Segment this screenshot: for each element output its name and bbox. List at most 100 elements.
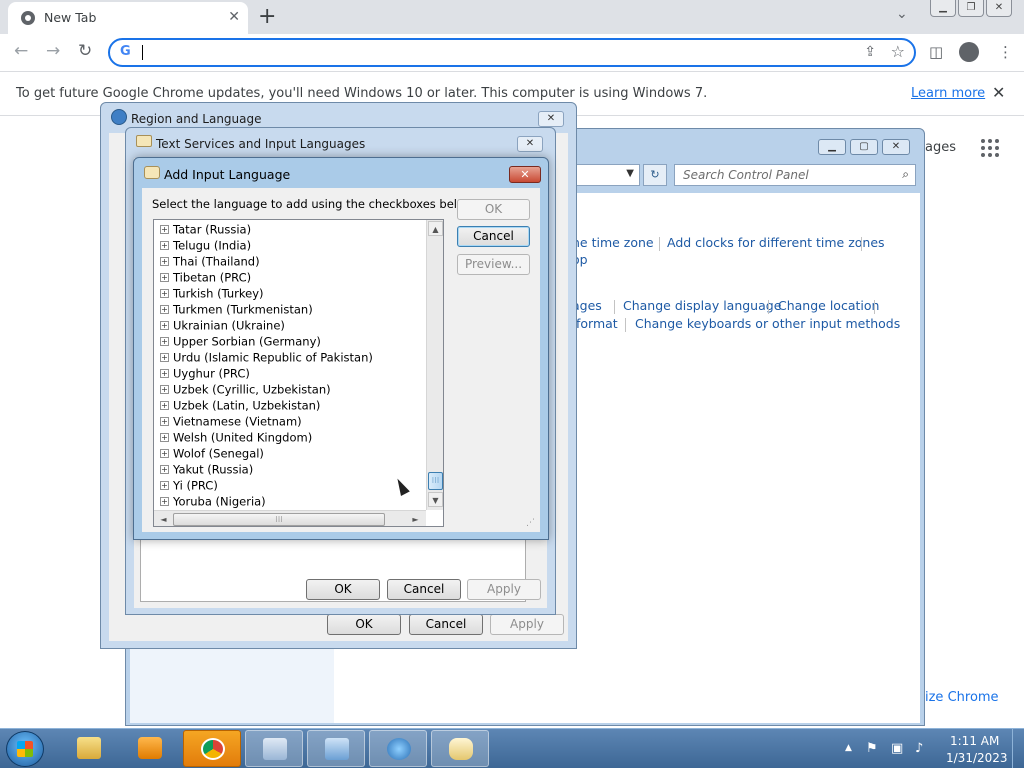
rl-apply-button[interactable]: Apply xyxy=(490,614,564,635)
horizontal-scroll-thumb[interactable]: ⁝⁝⁝ xyxy=(173,513,385,526)
address-bar[interactable]: G ⇪ ☆ xyxy=(108,38,916,67)
new-tab-button[interactable]: + xyxy=(258,4,276,29)
expand-plus-icon[interactable]: + xyxy=(160,369,169,378)
taskbar-explorer[interactable] xyxy=(60,730,118,767)
cp-refresh-icon[interactable]: ↻ xyxy=(643,164,667,186)
taskbar-media-player[interactable] xyxy=(121,730,179,767)
cp-address-bar[interactable]: ▼ xyxy=(576,164,640,186)
language-item[interactable]: + Uzbek (Cyrillic, Uzbekistan) xyxy=(160,382,331,398)
expand-plus-icon[interactable]: + xyxy=(160,225,169,234)
taskbar-text-services[interactable] xyxy=(431,730,489,767)
language-item[interactable]: + Tibetan (PRC) xyxy=(160,270,251,286)
vertical-scroll-thumb[interactable]: ⁝⁝⁝ xyxy=(428,472,443,490)
back-icon[interactable]: ← xyxy=(14,41,28,61)
tab-close-icon[interactable]: ✕ xyxy=(228,9,240,25)
expand-plus-icon[interactable]: + xyxy=(160,385,169,394)
language-item[interactable]: + Turkmen (Turkmenistan) xyxy=(160,302,313,318)
language-item[interactable]: + Uzbek (Latin, Uzbekistan) xyxy=(160,398,320,414)
learn-more-link[interactable]: Learn more xyxy=(911,86,985,101)
ts-ok-button[interactable]: OK xyxy=(306,579,380,600)
ail-ok-button[interactable]: OK xyxy=(457,199,530,220)
expand-plus-icon[interactable]: + xyxy=(160,401,169,410)
address-dropdown-icon[interactable]: ▼ xyxy=(626,168,634,179)
scroll-right-icon[interactable]: ► xyxy=(408,512,423,526)
scroll-down-icon[interactable]: ▼ xyxy=(428,492,443,507)
expand-plus-icon[interactable]: + xyxy=(160,449,169,458)
expand-plus-icon[interactable]: + xyxy=(160,433,169,442)
action-center-flag-icon[interactable]: ⚑ xyxy=(866,741,878,756)
cp-search-input[interactable]: Search Control Panel ⌕ xyxy=(674,164,916,186)
language-item[interactable]: + Ukrainian (Ukraine) xyxy=(160,318,285,334)
expand-plus-icon[interactable]: + xyxy=(160,257,169,266)
minimize-button[interactable]: ▁ xyxy=(930,0,956,17)
expand-plus-icon[interactable]: + xyxy=(160,241,169,250)
reload-icon[interactable]: ↻ xyxy=(78,41,92,61)
expand-plus-icon[interactable]: + xyxy=(160,337,169,346)
restore-button[interactable]: ❐ xyxy=(958,0,984,17)
scroll-up-icon[interactable]: ▲ xyxy=(428,221,443,236)
expand-plus-icon[interactable]: + xyxy=(160,353,169,362)
language-item[interactable]: + Tatar (Russia) xyxy=(160,222,251,238)
add-clocks-link[interactable]: Add clocks for different time zones xyxy=(667,235,885,250)
cp-close-button[interactable]: ✕ xyxy=(882,139,910,155)
format-link[interactable]: format xyxy=(576,316,618,331)
taskbar-keyboard-app[interactable] xyxy=(245,730,303,767)
change-keyboards-link[interactable]: Change keyboards or other input methods xyxy=(635,316,900,331)
language-item[interactable]: + Yi (PRC) xyxy=(160,478,218,494)
expand-plus-icon[interactable]: + xyxy=(160,481,169,490)
language-item[interactable]: + Urdu (Islamic Republic of Pakistan) xyxy=(160,350,373,366)
show-desktop-button[interactable] xyxy=(1012,729,1024,768)
expand-plus-icon[interactable]: + xyxy=(160,321,169,330)
cp-maximize-button[interactable]: ▢ xyxy=(850,139,878,155)
profile-avatar-icon[interactable] xyxy=(959,42,979,62)
show-hidden-icons[interactable]: ▲ xyxy=(845,743,852,753)
language-item[interactable]: + Yakut (Russia) xyxy=(160,462,253,478)
language-item[interactable]: + Vietnamese (Vietnam) xyxy=(160,414,302,430)
ts-apply-button[interactable]: Apply xyxy=(467,579,541,600)
region-language-close-button[interactable]: ✕ xyxy=(538,111,564,127)
taskbar-control-panel[interactable] xyxy=(307,730,365,767)
network-icon[interactable]: ▣ xyxy=(891,741,903,756)
expand-plus-icon[interactable]: + xyxy=(160,417,169,426)
ts-cancel-button[interactable]: Cancel xyxy=(387,579,461,600)
expand-plus-icon[interactable]: + xyxy=(160,289,169,298)
tab-search-icon[interactable]: ⌄ xyxy=(896,6,908,22)
ail-cancel-button[interactable]: Cancel xyxy=(457,226,530,247)
tab-new-tab[interactable]: New Tab ✕ xyxy=(8,2,248,34)
rl-ok-button[interactable]: OK xyxy=(327,614,401,635)
ntp-images-link[interactable]: ages xyxy=(925,140,956,155)
rl-cancel-button[interactable]: Cancel xyxy=(409,614,483,635)
language-item[interactable]: + Thai (Thailand) xyxy=(160,254,260,270)
taskbar-region-language[interactable] xyxy=(369,730,427,767)
expand-plus-icon[interactable]: + xyxy=(160,497,169,506)
language-item[interactable]: + Welsh (United Kingdom) xyxy=(160,430,312,446)
horizontal-scrollbar[interactable]: ◄ ⁝⁝⁝ ► xyxy=(154,510,426,526)
time-zone-link[interactable]: he time zone xyxy=(572,235,654,250)
customize-chrome-button[interactable]: ize Chrome xyxy=(925,690,999,705)
clock-time[interactable]: 1:11 AM xyxy=(950,734,999,748)
language-item[interactable]: + Wolof (Senegal) xyxy=(160,446,264,462)
expand-plus-icon[interactable]: + xyxy=(160,305,169,314)
scroll-left-icon[interactable]: ◄ xyxy=(156,512,171,526)
expand-plus-icon[interactable]: + xyxy=(160,273,169,282)
start-button[interactable] xyxy=(6,731,44,767)
chrome-menu-icon[interactable]: ⋮ xyxy=(998,43,1013,61)
resize-grip-icon[interactable]: ⋰ xyxy=(526,518,535,528)
language-item[interactable]: + Telugu (India) xyxy=(160,238,251,254)
taskbar-chrome[interactable] xyxy=(183,730,241,767)
bookmark-star-icon[interactable]: ☆ xyxy=(891,42,905,61)
add-input-language-close-button[interactable]: ✕ xyxy=(509,166,541,183)
text-services-close-button[interactable]: ✕ xyxy=(517,136,543,152)
language-item[interactable]: + Uyghur (PRC) xyxy=(160,366,250,382)
language-item[interactable]: + Yoruba (Nigeria) xyxy=(160,494,266,510)
close-window-button[interactable]: ✕ xyxy=(986,0,1012,17)
expand-plus-icon[interactable]: + xyxy=(160,465,169,474)
vertical-scrollbar[interactable]: ▲ ⁝⁝⁝ ▼ xyxy=(426,220,443,510)
change-display-language-link[interactable]: Change display language xyxy=(623,298,781,313)
forward-icon[interactable]: → xyxy=(46,41,60,61)
change-location-link[interactable]: Change location xyxy=(778,298,879,313)
clock-date[interactable]: 1/31/2023 xyxy=(946,751,1008,765)
language-item[interactable]: + Turkish (Turkey) xyxy=(160,286,263,302)
search-icon[interactable]: ⌕ xyxy=(902,167,909,182)
language-item[interactable]: + Upper Sorbian (Germany) xyxy=(160,334,321,350)
